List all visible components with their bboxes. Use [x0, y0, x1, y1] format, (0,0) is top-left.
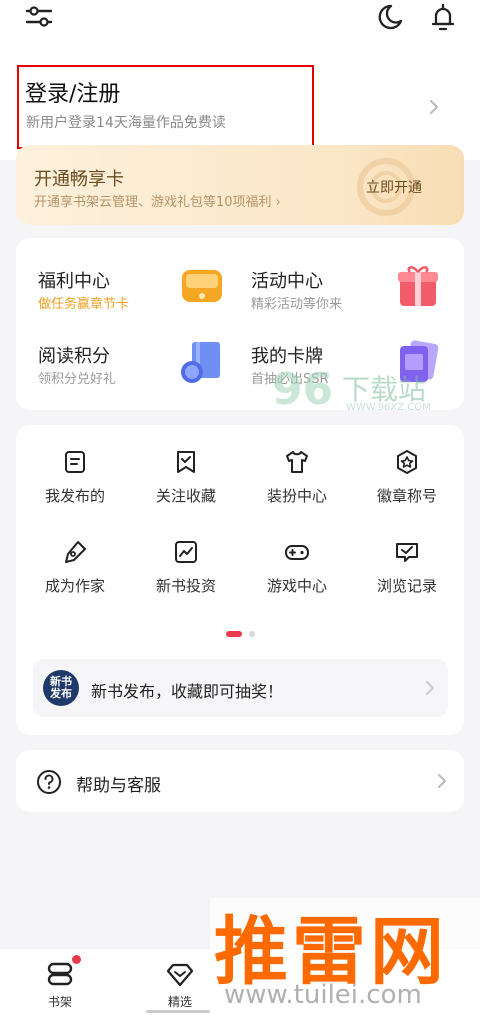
grid-label: 新书投资 — [155, 577, 216, 595]
grid-item-history[interactable]: 浏览记录 — [352, 539, 462, 609]
shirt-icon — [286, 451, 308, 473]
question-circle-icon — [37, 770, 61, 794]
badge-star-icon — [397, 450, 417, 474]
grid-item-dressup[interactable]: 装扮中心 — [242, 449, 352, 519]
moon-icon[interactable] — [374, 2, 404, 32]
notification-dot — [72, 955, 81, 964]
diamond-icon — [166, 963, 194, 987]
grid-label: 徽章称号 — [376, 487, 437, 505]
grid-label: 装扮中心 — [266, 487, 327, 505]
benefit-title-activity[interactable]: 活动中心 — [251, 267, 323, 293]
vip-open-button[interactable]: 立即开通 — [366, 177, 422, 197]
coin-box-icon[interactable] — [178, 262, 226, 310]
new-book-badge-icon: 新书 发布 — [43, 670, 79, 706]
vip-subtitle: 开通享书架云管理、游戏礼包等10项福利 › — [34, 195, 281, 210]
nav-label: 精选 — [167, 995, 192, 1009]
chevron-right-icon[interactable] — [426, 97, 442, 117]
pen-nib-icon — [65, 541, 86, 563]
grid-label: 我发布的 — [44, 487, 105, 505]
login-subtitle: 新用户登录14天海量作品免费读 — [26, 115, 226, 131]
benefit-subtitle-activity: 精彩活动等你来 — [251, 297, 343, 312]
benefit-subtitle-welfare: 做任务赢章节卡 — [38, 297, 130, 312]
settings-sliders-icon[interactable] — [24, 2, 54, 32]
help-service-row[interactable]: 帮助与客服 — [16, 750, 464, 812]
history-check-icon — [396, 543, 418, 562]
tuilei-watermark: 推雷网 www.tuilei.com — [210, 898, 480, 1016]
grid-label: 成为作家 — [44, 577, 105, 595]
grid-label: 游戏中心 — [266, 577, 327, 595]
chevron-right-icon — [426, 681, 434, 695]
nav-label: 书架 — [47, 995, 72, 1009]
vip-title: 开通畅享卡 — [34, 169, 124, 190]
benefit-title-welfare[interactable]: 福利中心 — [38, 267, 110, 293]
vip-card[interactable]: 开通畅享卡 开通享书架云管理、游戏礼包等10项福利 › 立即开通 — [16, 145, 464, 225]
benefit-title-points[interactable]: 阅读积分 — [38, 342, 110, 368]
page-indicator — [226, 630, 266, 638]
nav-bookshelf[interactable]: 书架 — [20, 949, 100, 1016]
document-icon — [65, 451, 85, 473]
tuilei-url: www.tuilei.com — [224, 980, 422, 1010]
grid-item-become-author[interactable]: 成为作家 — [20, 539, 130, 609]
gamepad-icon — [285, 545, 309, 560]
chevron-right-icon — [438, 774, 446, 788]
nav-featured[interactable]: 精选 — [140, 949, 220, 1016]
bookmark-check-icon — [177, 451, 195, 473]
new-book-promo-banner[interactable]: 新书 发布 新书发布，收藏即可抽奖！ — [33, 659, 448, 717]
benefit-subtitle-points: 领积分兑好礼 — [38, 372, 117, 387]
help-label: 帮助与客服 — [76, 776, 161, 796]
page-dot-active[interactable] — [226, 631, 242, 637]
top-bar — [0, 0, 480, 40]
site96-watermark: 96 下载站 WWW.96XZ.COM — [272, 364, 442, 420]
page-dot[interactable] — [249, 631, 255, 637]
promo-text: 新书发布，收藏即可抽奖！ — [91, 682, 284, 701]
home-indicator — [146, 1010, 210, 1013]
grid-item-game-center[interactable]: 游戏中心 — [242, 539, 352, 609]
grid-label: 浏览记录 — [376, 577, 437, 595]
site96-logo: 96 — [272, 364, 334, 415]
site96-url: WWW.96XZ.COM — [346, 402, 431, 413]
grid-item-my-posts[interactable]: 我发布的 — [20, 449, 130, 519]
grid-label: 关注收藏 — [155, 487, 216, 505]
grid-item-favorites[interactable]: 关注收藏 — [131, 449, 241, 519]
trend-chart-icon — [175, 541, 197, 563]
gift-box-icon[interactable] — [394, 262, 442, 310]
bookshelf-icon — [47, 962, 73, 986]
bell-icon[interactable] — [428, 2, 458, 32]
grid-item-badges[interactable]: 徽章称号 — [352, 449, 462, 519]
book-coin-icon[interactable] — [178, 338, 226, 386]
login-title[interactable]: 登录/注册 — [25, 76, 120, 108]
grid-item-book-invest[interactable]: 新书投资 — [131, 539, 241, 609]
